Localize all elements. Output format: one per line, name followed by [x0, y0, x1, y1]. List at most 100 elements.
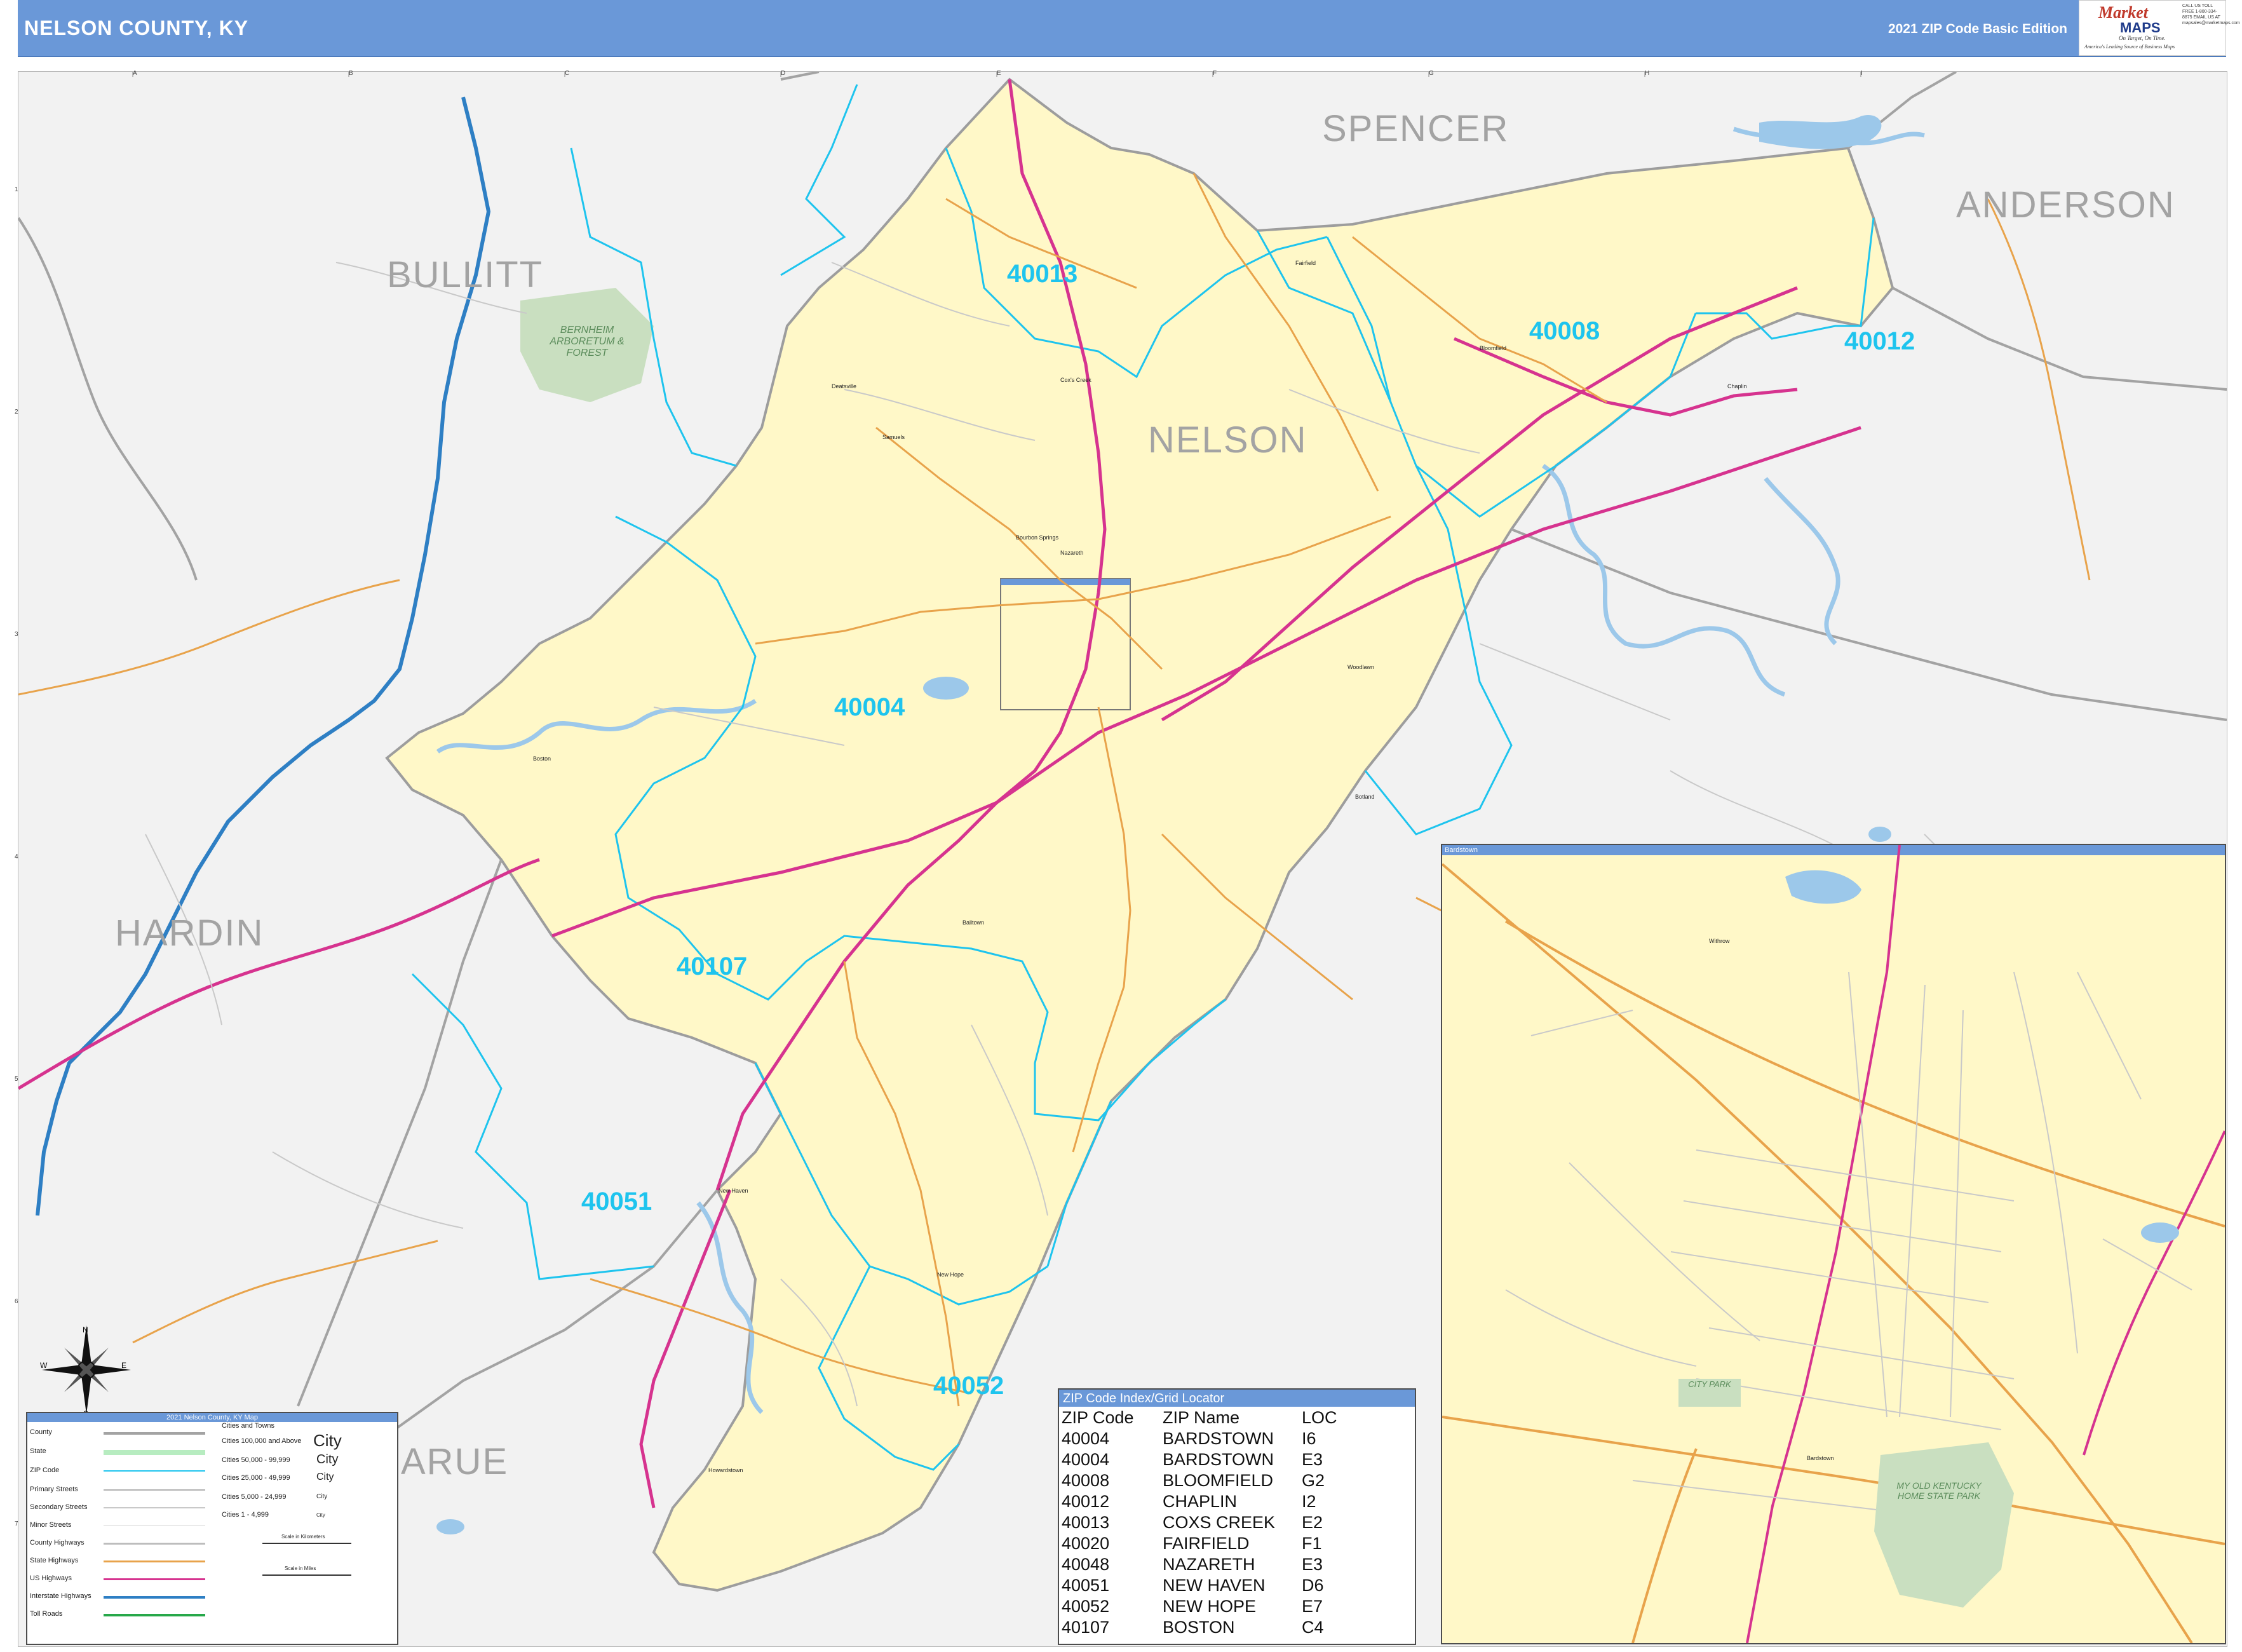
legend-city-range-1: Cities 100,000 and Above	[222, 1437, 302, 1445]
legend-primary: Primary Streets	[30, 1486, 78, 1493]
legend-interstate-swatch	[104, 1596, 205, 1599]
inset-lake	[1785, 870, 1861, 904]
market-maps-logo: Market MAPS On Target, On Time. America'…	[2079, 0, 2240, 56]
legend-scale-km-bar	[262, 1543, 351, 1544]
cell-zip: 40048	[1062, 1555, 1110, 1574]
county-label-bullitt: BULLITT	[387, 254, 544, 295]
map-header: NELSON COUNTY, KY 2021 ZIP Code Basic Ed…	[18, 0, 2240, 57]
town-bloomfield: Bloomfield	[1480, 345, 1507, 351]
logo-brand-maps: MAPS	[2120, 20, 2161, 36]
zip-index-header-row: ZIP Code ZIP Name LOC	[1059, 1407, 1378, 1428]
cell-zip: 40051	[1062, 1576, 1110, 1595]
grid-col-h: H	[1645, 70, 1650, 77]
cell-loc: D6	[1302, 1576, 1324, 1595]
grid-row-1: 1	[15, 186, 18, 193]
edition-label: 2021 ZIP Code Basic Edition	[1887, 22, 2067, 36]
town-balltown: Balltown	[962, 919, 985, 926]
legend-us-hwy-swatch	[104, 1578, 205, 1580]
cell-name: FAIRFIELD	[1163, 1534, 1250, 1553]
cell-name: NEW HOPE	[1163, 1597, 1257, 1616]
legend-title: 2021 Nelson County, KY Map	[166, 1414, 258, 1421]
cell-loc: I6	[1302, 1429, 1316, 1448]
table-row: 40051 NEW HAVEN D6	[1059, 1575, 1378, 1596]
bardstown-inset-map[interactable]: Bardstown CITY PARK MY OLD KENTUCKY HOME…	[1441, 844, 2226, 1644]
inset-town-withrow: Withrow	[1709, 938, 1730, 944]
county-label-anderson: ANDERSON	[1956, 184, 2175, 226]
legend-city-range-5: Cities 1 - 4,999	[222, 1511, 269, 1519]
cell-zip: 40052	[1062, 1597, 1110, 1616]
cell-loc: I2	[1302, 1492, 1316, 1511]
cell-loc: C4	[1302, 1618, 1324, 1637]
grid-col-c: C	[565, 70, 570, 77]
legend-zip: ZIP Code	[30, 1466, 60, 1474]
cell-loc: E3	[1302, 1555, 1323, 1574]
cell-name: NEW HAVEN	[1163, 1576, 1266, 1595]
cell-name: CHAPLIN	[1163, 1492, 1238, 1511]
lake-small-1	[923, 677, 969, 700]
zip-label-40004: 40004	[834, 693, 905, 721]
town-howardstown: Howardstown	[708, 1467, 743, 1473]
col-zip-name: ZIP Name	[1163, 1408, 1240, 1427]
cell-name: BLOOMFIELD	[1163, 1471, 1274, 1490]
zip-label-40107: 40107	[677, 952, 748, 980]
town-bourbon-springs: Bourbon Springs	[1016, 534, 1059, 541]
legend-scale-mi-bar	[262, 1574, 351, 1576]
legend-county-hwy-swatch	[104, 1543, 205, 1545]
park-label-my-old-kentucky-home: MY OLD KENTUCKY HOME STATE PARK	[1896, 1480, 1982, 1501]
map-title: NELSON COUNTY, KY	[24, 17, 249, 39]
park-label-bernheim: BERNHEIM ARBORETUM & FOREST	[550, 325, 625, 358]
grid-row-5: 5	[15, 1076, 18, 1083]
town-fairfield: Fairfield	[1295, 260, 1316, 266]
grid-col-a: A	[133, 70, 137, 77]
county-label-nelson: NELSON	[1148, 419, 1307, 461]
logo-contact: CALL US TOLL FREE 1-800-334-8875 EMAIL U…	[2182, 4, 2240, 25]
zip-label-40012: 40012	[1844, 327, 1915, 355]
legend-state-hwy: State Highways	[30, 1557, 79, 1564]
table-row: 40107 BOSTON C4	[1059, 1617, 1378, 1638]
cell-zip: 40004	[1062, 1429, 1110, 1448]
town-samuels: Samuels	[882, 434, 905, 440]
map-legend: 2021 Nelson County, KY Map County State …	[26, 1412, 398, 1645]
logo-tagline-2: America's Leading Source of Business Map…	[2084, 44, 2175, 50]
legend-city-range-3: Cities 25,000 - 49,999	[222, 1474, 290, 1482]
county-label-larue: ARUE	[401, 1441, 509, 1482]
cell-name: COXS CREEK	[1163, 1513, 1276, 1532]
legend-scale-km: Scale in Kilometers	[281, 1534, 325, 1540]
legend-city-range-4: Cities 5,000 - 24,999	[222, 1493, 287, 1501]
cell-loc: E3	[1302, 1450, 1323, 1469]
county-label-hardin: HARDIN	[115, 912, 264, 954]
table-row: 40048 NAZARETH E3	[1059, 1554, 1378, 1575]
compass-w: W	[40, 1361, 48, 1370]
town-nazareth: Nazareth	[1060, 550, 1084, 556]
lake-small-2	[1868, 827, 1891, 842]
cell-zip: 40004	[1062, 1450, 1110, 1469]
legend-county-hwy: County Highways	[30, 1539, 84, 1547]
grid-row-6: 6	[15, 1298, 18, 1305]
zip-index-title: ZIP Code Index/Grid Locator	[1063, 1391, 1225, 1405]
legend-secondary-swatch	[104, 1507, 205, 1508]
table-row: 40020 FAIRFIELD F1	[1059, 1533, 1378, 1554]
inset-canvas	[1442, 845, 2225, 1643]
compass-rose: N S E W	[40, 1325, 131, 1418]
legend-scale-mi: Scale in Miles	[285, 1566, 316, 1571]
cell-zip: 40008	[1062, 1471, 1110, 1490]
compass-e: E	[121, 1361, 126, 1370]
grid-col-b: B	[349, 70, 353, 77]
zip-code-index: ZIP Code Index/Grid Locator ZIP Code ZIP…	[1058, 1388, 1416, 1645]
grid-col-d: D	[781, 70, 786, 77]
town-coxs-creek: Cox's Creek	[1060, 377, 1091, 383]
zip-label-40052: 40052	[933, 1372, 1004, 1400]
cell-zip: 40020	[1062, 1534, 1110, 1553]
legend-city-range-2: Cities 50,000 - 99,999	[222, 1456, 290, 1464]
zip-label-40051: 40051	[581, 1188, 652, 1215]
legend-state-hwy-swatch	[104, 1561, 205, 1562]
county-label-spencer: SPENCER	[1322, 108, 1509, 149]
cell-name: NAZARETH	[1163, 1555, 1255, 1574]
legend-toll-swatch	[104, 1614, 205, 1616]
table-row: 40008 BLOOMFIELD G2	[1059, 1470, 1378, 1491]
legend-toll: Toll Roads	[30, 1610, 63, 1618]
legend-zip-swatch	[104, 1470, 205, 1472]
cell-zip: 40013	[1062, 1513, 1110, 1532]
legend-city-sample-4: City	[316, 1493, 328, 1500]
grid-col-e: E	[997, 70, 1001, 77]
